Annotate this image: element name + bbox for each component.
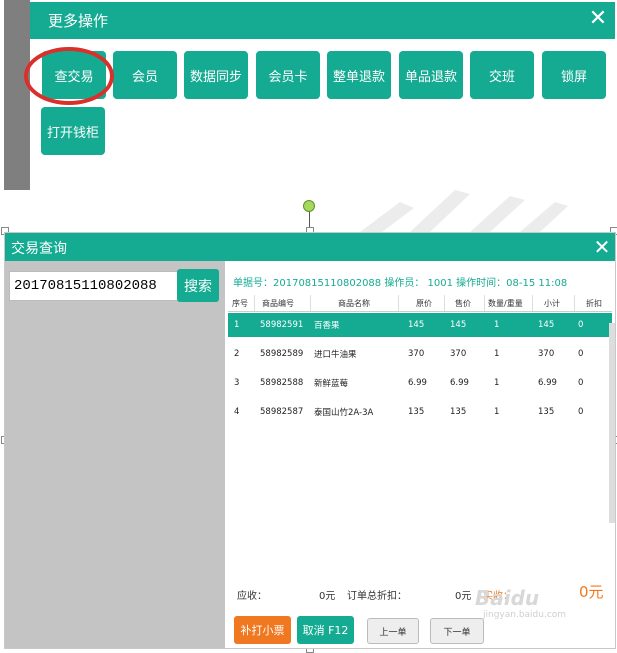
cell-index: 3 [234, 378, 240, 388]
cell-price: 145 [408, 320, 425, 330]
col-header: 小计 [544, 298, 560, 308]
item-refund-button[interactable]: 单品退款 [399, 51, 463, 99]
cell-index: 2 [234, 349, 240, 359]
search-panel: 搜索 [5, 261, 225, 648]
cell-sale-price: 6.99 [450, 378, 469, 388]
cell-code: 58982588 [260, 378, 304, 388]
col-header: 数量/重量 [488, 298, 523, 308]
cell-subtotal: 135 [538, 407, 555, 417]
cell-sale-price: 370 [450, 349, 467, 359]
search-button[interactable]: 搜索 [177, 269, 219, 302]
dialog-title: 交易查询 [11, 241, 67, 257]
cell-code: 58982589 [260, 349, 304, 359]
table-row[interactable]: 2 58982589 进口牛油果 370 370 1 370 0 [228, 342, 612, 366]
col-header: 商品名称 [338, 298, 370, 308]
dialog-header: 交易查询 ✕ [5, 233, 615, 261]
cell-qty: 1 [494, 320, 500, 330]
table-header: 序号 商品编号 商品名称 原价 售价 数量/重量 小计 折扣 [228, 295, 612, 312]
col-header: 原价 [416, 298, 432, 308]
watermark-logo: Baidu [475, 586, 540, 610]
next-order-button[interactable]: 下一单 [430, 618, 484, 644]
cell-name: 进口牛油果 [314, 350, 357, 360]
cell-discount: 0 [578, 378, 584, 388]
watermark-url: jingyan.baidu.com [483, 610, 567, 620]
more-ops-body: 查交易 会员 数据同步 会员卡 整单退款 单品退款 交班 锁屏 打开钱柜 [30, 39, 615, 190]
query-transaction-button[interactable]: 查交易 [42, 51, 106, 99]
table-row[interactable]: 3 58982588 新鲜蓝莓 6.99 6.99 1 6.99 0 [228, 371, 612, 395]
cell-price: 370 [408, 349, 425, 359]
cell-code: 58982591 [260, 320, 304, 330]
close-icon[interactable]: ✕ [585, 6, 611, 32]
cell-name: 新鲜蓝莓 [314, 379, 349, 389]
member-button[interactable]: 会员 [113, 51, 177, 99]
cell-qty: 1 [494, 407, 500, 417]
cell-qty: 1 [494, 349, 500, 359]
cell-sale-price: 135 [450, 407, 467, 417]
cell-price: 6.99 [408, 378, 427, 388]
discount-value: 0元 [455, 591, 472, 602]
due-label: 应收： [237, 591, 267, 602]
order-summary: 应收： 0元 订单总折扣： 0元 实收： 0元 [233, 581, 613, 602]
col-header: 售价 [455, 298, 471, 308]
member-card-button[interactable]: 会员卡 [256, 51, 320, 99]
cell-name: 百香果 [314, 321, 340, 331]
cell-code: 58982587 [260, 407, 304, 417]
cell-subtotal: 370 [538, 349, 555, 359]
shift-change-button[interactable]: 交班 [470, 51, 534, 99]
cell-qty: 1 [494, 378, 500, 388]
cell-index: 4 [234, 407, 240, 417]
open-cash-drawer-button[interactable]: 打开钱柜 [41, 107, 105, 155]
prev-order-button[interactable]: 上一单 [367, 618, 419, 644]
data-sync-button[interactable]: 数据同步 [184, 51, 248, 99]
cell-subtotal: 145 [538, 320, 555, 330]
full-refund-button[interactable]: 整单退款 [327, 51, 391, 99]
cell-index: 1 [234, 320, 240, 330]
cancel-button[interactable]: 取消 F12 [297, 616, 354, 644]
search-input[interactable] [9, 271, 179, 301]
col-header: 序号 [232, 298, 248, 308]
rotate-handle[interactable] [303, 200, 315, 212]
cell-discount: 0 [578, 320, 584, 330]
due-value: 0元 [319, 591, 336, 602]
cell-subtotal: 6.99 [538, 378, 557, 388]
cell-discount: 0 [578, 349, 584, 359]
table-row[interactable]: 1 58982591 百香果 145 145 1 145 0 [228, 313, 612, 337]
col-header: 折扣 [586, 298, 602, 308]
discount-label: 订单总折扣： [347, 591, 407, 602]
paid-value: 0元 [579, 583, 604, 601]
panel-left-strip [4, 0, 30, 190]
more-ops-header: 更多操作 ✕ [30, 2, 615, 39]
cell-discount: 0 [578, 407, 584, 417]
col-header: 商品编号 [262, 298, 294, 308]
cell-name: 泰国山竹2A-3A [314, 408, 374, 418]
lock-screen-button[interactable]: 锁屏 [542, 51, 606, 99]
order-info: 单据号：20170815110802088 操作员： 1001 操作时间：08-… [233, 278, 568, 289]
reprint-receipt-button[interactable]: 补打小票 [234, 616, 291, 644]
table-row[interactable]: 4 58982587 泰国山竹2A-3A 135 135 1 135 0 [228, 400, 612, 424]
decorative-stripes [360, 190, 568, 232]
scrollbar[interactable] [609, 323, 615, 523]
cell-sale-price: 145 [450, 320, 467, 330]
cell-price: 135 [408, 407, 425, 417]
close-icon[interactable]: ✕ [591, 233, 613, 261]
more-ops-title: 更多操作 [48, 12, 109, 30]
